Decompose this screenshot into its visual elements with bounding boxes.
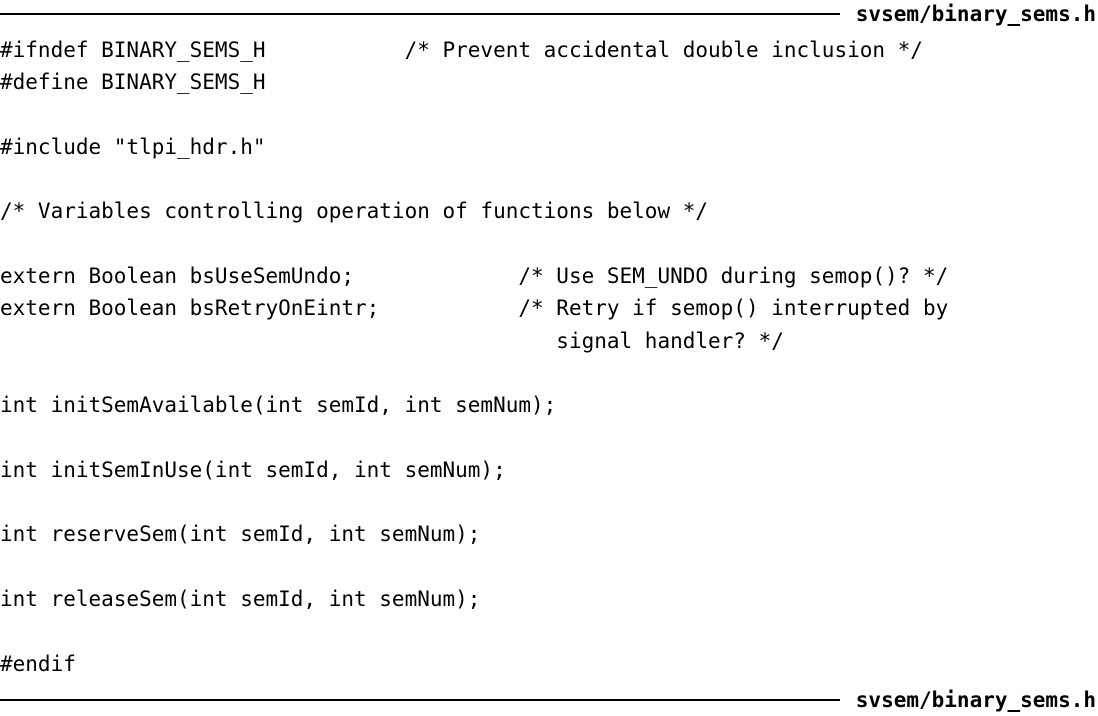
code-line: #include "tlpi_hdr.h" xyxy=(0,134,266,159)
listing-footer: svsem/binary_sems.h xyxy=(0,686,1098,714)
bottom-rule xyxy=(0,699,840,701)
code-line: extern Boolean bsUseSemUndo; /* Use SEM_… xyxy=(0,264,949,289)
top-rule xyxy=(0,13,840,15)
code-line: int initSemInUse(int semId, int semNum); xyxy=(0,457,506,482)
listing-header: svsem/binary_sems.h xyxy=(0,0,1098,28)
listing-filename-top: svsem/binary_sems.h xyxy=(855,2,1096,26)
code-line: /* Variables controlling operation of fu… xyxy=(0,199,709,224)
code-line: extern Boolean bsRetryOnEintr; /* Retry … xyxy=(0,296,949,321)
code-line: int releaseSem(int semId, int semNum); xyxy=(0,587,481,612)
code-line: signal handler? */ xyxy=(0,328,784,353)
code-line: #endif xyxy=(0,651,76,676)
code-line: int initSemAvailable(int semId, int semN… xyxy=(0,393,557,418)
code-listing: #ifndef BINARY_SEMS_H /* Prevent acciden… xyxy=(0,34,948,680)
code-line: #ifndef BINARY_SEMS_H /* Prevent acciden… xyxy=(0,38,923,62)
code-line: #define BINARY_SEMS_H xyxy=(0,70,266,95)
code-line: int reserveSem(int semId, int semNum); xyxy=(0,522,481,547)
listing-filename-bottom: svsem/binary_sems.h xyxy=(855,688,1096,712)
